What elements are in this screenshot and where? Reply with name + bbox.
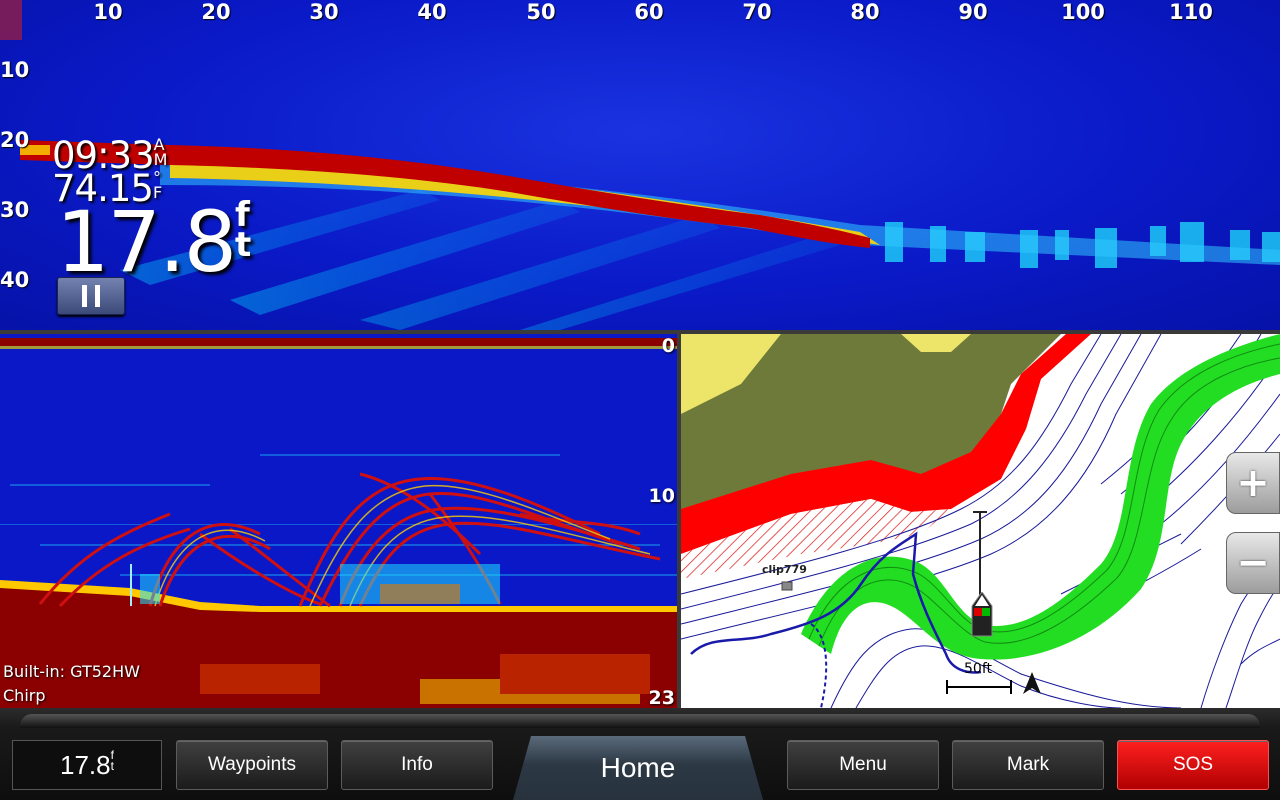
- range-tick: 50: [526, 0, 556, 24]
- depth-tick: 20: [0, 128, 30, 152]
- depth-scale-bottom: 23: [648, 687, 675, 708]
- info-button[interactable]: Info: [341, 740, 493, 790]
- zoom-out-button[interactable]: −: [1226, 532, 1280, 594]
- menu-button[interactable]: Menu: [787, 740, 939, 790]
- home-button[interactable]: Home: [513, 736, 763, 800]
- databox-suffix-bottom: t: [110, 759, 114, 773]
- range-tick: 90: [958, 0, 988, 24]
- databox-depth-value: 17.8: [60, 749, 111, 780]
- map-scale-label: 50ft: [964, 661, 992, 677]
- range-tick: 100: [1061, 0, 1105, 24]
- range-tick: 80: [850, 0, 880, 24]
- depth-suffix-bottom: t: [235, 225, 252, 265]
- range-tick: 110: [1169, 0, 1213, 24]
- depth-tick: 30: [0, 198, 30, 222]
- chirp-sonar-view[interactable]: 0 10 23 Built-in: GT52HW Chirp: [0, 334, 677, 708]
- zoom-in-button[interactable]: +: [1226, 452, 1280, 514]
- range-tick: 70: [742, 0, 772, 24]
- depth-scale-top: 0: [661, 335, 675, 357]
- pause-icon: [95, 285, 100, 307]
- transducer-name: Built-in: GT52HW: [3, 662, 140, 681]
- range-tick: 30: [309, 0, 339, 24]
- depth-databox[interactable]: 17.8 f t: [12, 740, 162, 790]
- transducer-mode: Chirp: [3, 686, 46, 705]
- forward-sonar-view[interactable]: 10 20 30 40 50 60 70 80 90 100 110 10 20…: [0, 0, 1280, 330]
- waypoints-button[interactable]: Waypoints: [176, 740, 328, 790]
- bottom-toolbar: 17.8 f t Waypoints Info Home Menu Mark SOS: [0, 708, 1280, 800]
- depth-scale-mid: 10: [648, 485, 675, 507]
- range-tick: 40: [417, 0, 447, 24]
- range-tick: 10: [93, 0, 123, 24]
- sos-button[interactable]: SOS: [1117, 740, 1269, 790]
- pause-icon: [82, 285, 87, 307]
- depth-readout: 17.8f t: [56, 198, 252, 284]
- transducer-info: Built-in: GT52HW Chirp: [3, 660, 140, 708]
- pause-button[interactable]: [57, 277, 125, 315]
- mark-button[interactable]: Mark: [952, 740, 1104, 790]
- cursor-icon: [1023, 672, 1041, 694]
- toolbar-bevel: [20, 714, 1260, 728]
- time-suffix-bottom: M: [153, 150, 168, 169]
- waypoint-label[interactable]: clip779: [762, 563, 807, 576]
- plus-icon: +: [1236, 460, 1270, 506]
- depth-tick: 40: [0, 268, 30, 292]
- range-tick: 60: [634, 0, 664, 24]
- chirp-sonar-returns: [0, 338, 677, 708]
- range-tick: 20: [201, 0, 231, 24]
- depth-tick: 10: [0, 58, 30, 82]
- minus-icon: −: [1236, 540, 1270, 586]
- chart-map: [681, 334, 1280, 708]
- boat-icon: [971, 592, 993, 637]
- navigation-chart[interactable]: clip779 50ft + −: [681, 334, 1280, 708]
